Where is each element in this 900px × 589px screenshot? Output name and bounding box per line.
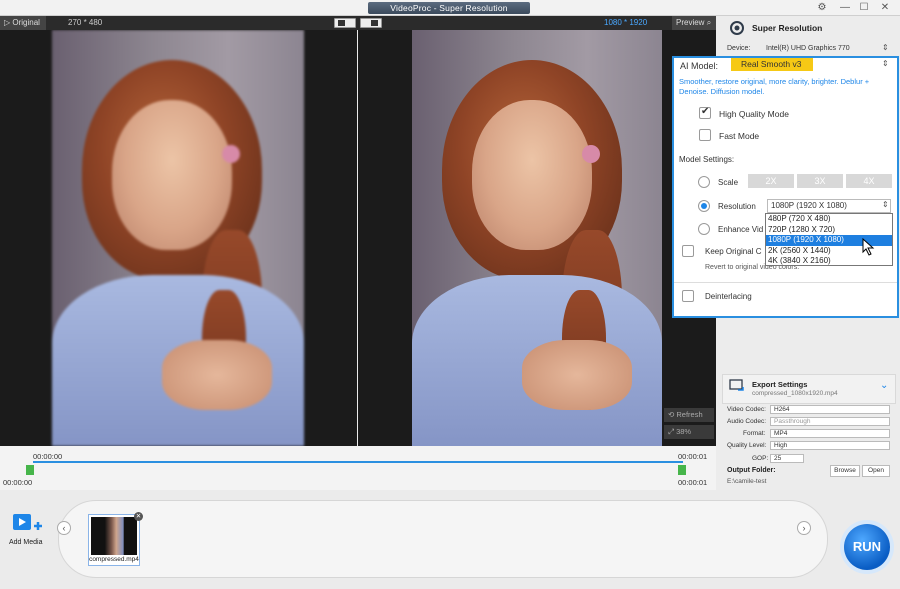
original-resolution: 270 * 480	[68, 18, 103, 27]
keep-original-label: Keep Original C	[705, 247, 762, 256]
scroll-left-button[interactable]: ‹	[57, 521, 71, 535]
ai-model-select[interactable]: Real Smooth v3	[731, 58, 813, 71]
zoom-icon: ⤢	[668, 427, 677, 436]
add-media-label[interactable]: Add Media	[9, 539, 42, 546]
resolution-option-480p[interactable]: 480P (720 X 480)	[766, 214, 892, 225]
run-button[interactable]: RUN	[844, 524, 890, 570]
window-title: VideoProc - Super Resolution	[368, 2, 530, 14]
scroll-right-button[interactable]: ›	[797, 521, 811, 535]
format-label: Format:	[743, 430, 766, 437]
side-by-side-icon[interactable]	[360, 18, 382, 28]
output-video-preview[interactable]: ⟲ Refresh ⤢ 38%	[358, 30, 716, 446]
add-media-icon[interactable]	[12, 512, 42, 536]
divider	[674, 282, 897, 283]
export-settings-title: Export Settings	[752, 380, 808, 389]
high-quality-label: High Quality Mode	[719, 109, 789, 119]
resolution-select[interactable]: 1080P (1920 X 1080)	[767, 199, 891, 213]
open-button[interactable]: Open	[862, 465, 890, 477]
gop-label: GOP:	[752, 455, 769, 462]
device-select[interactable]: Intel(R) UHD Graphics 770	[766, 45, 850, 52]
browse-button[interactable]: Browse	[830, 465, 860, 477]
audio-codec-select[interactable]: Passthrough	[770, 417, 890, 426]
enhance-video-label: Enhance Vid	[718, 225, 764, 234]
original-video-preview[interactable]	[0, 30, 357, 446]
video-codec-select[interactable]: H264	[770, 405, 890, 414]
trim-start-handle[interactable]	[26, 465, 34, 475]
close-button[interactable]: ✕	[876, 1, 894, 15]
quality-level-label: Quality Level:	[727, 442, 767, 449]
super-resolution-icon	[729, 20, 745, 36]
minimize-button[interactable]: —	[836, 1, 854, 15]
audio-codec-label: Audio Codec:	[727, 418, 767, 425]
refresh-button[interactable]: ⟲ Refresh	[664, 408, 714, 422]
output-resolution: 1080 * 1920	[604, 18, 648, 27]
mouse-cursor-icon	[862, 237, 876, 256]
magnifier-icon: ⌕	[706, 18, 712, 27]
export-icon	[729, 379, 745, 393]
resolution-option-4k[interactable]: 4K (3840 X 2160)	[766, 256, 892, 267]
clip-name: compressed.mp4	[89, 556, 139, 563]
ai-model-description: Smoother, restore original, more clarity…	[679, 77, 870, 96]
scale-label: Scale	[718, 178, 739, 187]
remove-clip-icon[interactable]: ✕	[134, 512, 143, 521]
model-settings-label: Model Settings:	[679, 155, 735, 164]
keep-original-checkbox[interactable]	[682, 245, 694, 257]
ai-model-label: AI Model:	[680, 61, 719, 71]
maximize-button[interactable]: ☐	[855, 1, 873, 15]
zoom-level[interactable]: ⤢ 38%	[664, 425, 714, 439]
resolution-chevron-icon: ⇕	[882, 200, 889, 209]
panel-title: Super Resolution	[752, 23, 823, 33]
collapse-chevron-icon[interactable]: ⌄	[880, 380, 888, 391]
deinterlacing-label: Deinterlacing	[705, 292, 752, 301]
clip-thumbnail	[91, 517, 137, 555]
original-tab-label: Original	[12, 18, 40, 27]
checkmark-icon: ✔	[701, 106, 710, 117]
trim-start-time: 00:00:00	[3, 478, 33, 487]
resolution-option-720p[interactable]: 720P (1280 X 720)	[766, 225, 892, 236]
scale-radio[interactable]	[698, 176, 710, 188]
quality-level-select[interactable]: High	[770, 441, 890, 450]
trim-end-handle[interactable]	[678, 465, 686, 475]
media-tray	[58, 500, 828, 578]
scale-2x-button[interactable]: 2X	[748, 174, 794, 188]
format-select[interactable]: MP4	[770, 429, 890, 438]
refresh-label: Refresh	[676, 410, 703, 419]
split-view-icon[interactable]	[334, 18, 356, 28]
timeline-end-time: 00:00:01	[678, 452, 708, 461]
deinterlacing-checkbox[interactable]	[682, 290, 694, 302]
export-settings-header[interactable]	[722, 374, 896, 404]
gop-input[interactable]: 25	[770, 454, 804, 463]
timeline-start-time: 00:00:00	[33, 452, 63, 461]
enhance-video-radio[interactable]	[698, 223, 710, 235]
high-quality-checkbox[interactable]: ✔	[699, 106, 711, 119]
trim-end-time: 00:00:01	[678, 478, 708, 487]
media-clip[interactable]: compressed.mp4	[88, 514, 140, 566]
scale-3x-button[interactable]: 3X	[797, 174, 843, 188]
timeline-track[interactable]	[33, 461, 683, 463]
preview-tab-label: Preview	[676, 18, 705, 27]
scale-4x-button[interactable]: 4X	[846, 174, 892, 188]
export-filename: compressed_1080x1920.mp4	[752, 390, 838, 397]
original-tab[interactable]: ▷ Original	[0, 16, 46, 30]
resolution-radio[interactable]	[698, 200, 710, 212]
device-chevron-icon: ⇕	[882, 43, 889, 52]
fast-mode-label: Fast Mode	[719, 131, 760, 141]
timeline	[0, 446, 716, 490]
device-label: Device:	[727, 45, 751, 52]
resolution-label: Resolution	[718, 202, 756, 211]
output-folder-label: Output Folder:	[727, 467, 776, 474]
ai-model-chevron-icon: ⇕	[882, 59, 889, 68]
preview-tab[interactable]: Preview ⌕	[672, 16, 716, 30]
fast-mode-checkbox[interactable]	[699, 129, 711, 141]
video-codec-label: Video Codec:	[727, 406, 766, 413]
zoom-label: 38%	[676, 427, 692, 436]
settings-icon[interactable]: ⚙	[813, 1, 831, 15]
output-folder-path: E:\camile-test	[727, 478, 767, 485]
